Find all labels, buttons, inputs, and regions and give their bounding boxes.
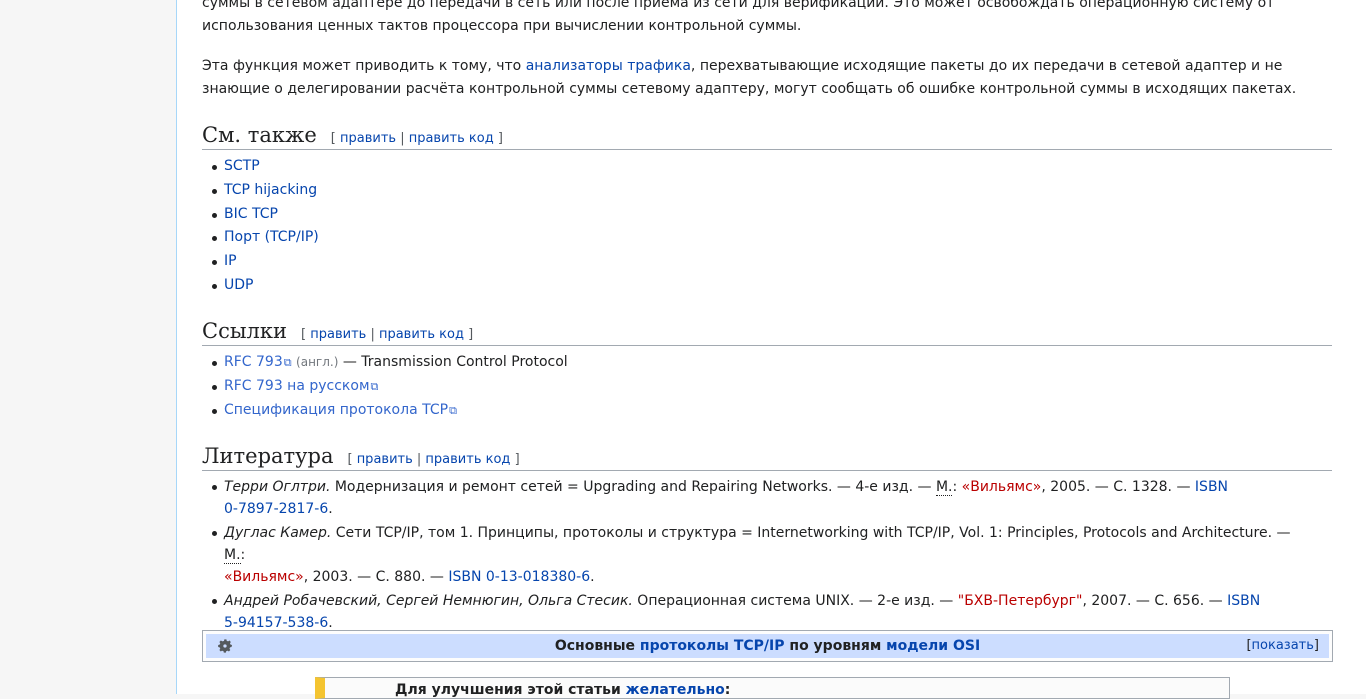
list-item: UDP (202, 274, 319, 298)
navbox: Основные протоколы TCP/IP по уровням мод… (202, 630, 1333, 662)
list-item: Андрей Робачевский, Сергей Немнюгин, Оль… (202, 590, 1312, 634)
link-publisher-williams[interactable]: «Вильямс» (962, 479, 1042, 495)
list-item: RFC 793 на русском⧉ (202, 375, 568, 399)
links-list: RFC 793⧉ (англ.) — Transmission Control … (202, 351, 568, 422)
heading-see-also: См. также [ править | править код ] (202, 122, 1332, 150)
heading-text: См. также (202, 123, 317, 147)
paragraph-line: суммы в сетевом адаптере до передачи в с… (202, 0, 1275, 11)
improvement-notice: Для улучшения этой статьи желательно: (315, 677, 1230, 699)
edit-code-link[interactable]: править код (379, 327, 464, 342)
book-author: Дуглас Камер. (224, 525, 332, 541)
edit-section: [ править | править код ] (347, 452, 520, 467)
link-tcp-spec[interactable]: Спецификация протокола TCP⧉ (224, 402, 457, 418)
list-item: RFC 793⧉ (англ.) — Transmission Control … (202, 351, 568, 375)
link-rfc793-russian[interactable]: RFC 793 на русском⧉ (224, 378, 378, 394)
list-item: Спецификация протокола TCP⧉ (202, 399, 568, 423)
paragraph-checksum: суммы в сетевом адаптере до передачи в с… (202, 0, 1274, 37)
list-item: BIC TCP (202, 203, 319, 227)
link-port[interactable]: Порт (TCP/IP) (224, 229, 319, 245)
list-item: IP (202, 250, 319, 274)
see-also-list: SCTP TCP hijacking BIC TCP Порт (TCP/IP)… (202, 155, 319, 298)
link-isbn-label[interactable]: ISBN (1195, 479, 1228, 495)
list-item: Терри Оглтри. Модернизация и ремонт сете… (202, 476, 1312, 520)
link-description: — Transmission Control Protocol (338, 354, 568, 370)
edit-link[interactable]: править (310, 327, 366, 342)
gear-icon[interactable] (216, 637, 234, 655)
link-isbn[interactable]: ISBN 0-13-018380-6 (448, 569, 590, 585)
edit-code-link[interactable]: править код (409, 131, 494, 146)
edit-section: [ править | править код ] (330, 131, 503, 146)
link-traffic-analyzers[interactable]: анализаторы трафика (526, 58, 691, 74)
navbox-toggle: [показать] (1246, 638, 1319, 653)
paragraph-traffic: Эта функция может приводить к тому, что … (202, 55, 1296, 100)
paragraph-text: , перехватывающие исходящие пакеты до их… (690, 58, 1283, 74)
link-isbn[interactable]: 5-94157-538-6 (224, 615, 328, 631)
link-ip[interactable]: IP (224, 253, 237, 269)
heading-literature: Литература [ править | править код ] (202, 443, 1332, 471)
book-author: Терри Оглтри. (224, 479, 331, 495)
heading-links: Ссылки [ править | править код ] (202, 318, 1332, 346)
edit-code-link[interactable]: править код (425, 452, 510, 467)
link-tcp-hijacking[interactable]: TCP hijacking (224, 182, 317, 198)
list-item: SCTP (202, 155, 319, 179)
city-abbr: М. (224, 547, 241, 564)
article-content: суммы в сетевом адаптере до передачи в с… (176, 0, 1366, 699)
link-isbn[interactable]: 0-7897-2817-6 (224, 501, 328, 517)
edit-link[interactable]: править (340, 131, 396, 146)
navbox-title-text: Основные (554, 638, 640, 654)
link-isbn-label[interactable]: ISBN (1227, 593, 1260, 609)
external-link-icon: ⧉ (283, 356, 292, 369)
link-udp[interactable]: UDP (224, 277, 253, 293)
sidebar (0, 0, 176, 694)
link-osi-model[interactable]: модели OSI (886, 638, 980, 654)
book-author: Андрей Робачевский, Сергей Немнюгин, Оль… (224, 593, 633, 609)
list-item: Дуглас Камер. Сети TCP/IP, том 1. Принци… (202, 522, 1312, 588)
navbox-title: Основные протоколы TCP/IP по уровням мод… (206, 634, 1329, 658)
city-abbr: М. (935, 479, 953, 496)
edit-section: [ править | править код ] (301, 327, 474, 342)
list-item: Порт (TCP/IP) (202, 226, 319, 250)
link-publisher-bhv[interactable]: "БХВ-Петербург" (958, 593, 1083, 609)
literature-list: Терри Оглтри. Модернизация и ремонт сете… (202, 476, 1312, 636)
edit-link[interactable]: править (357, 452, 413, 467)
show-button[interactable]: показать (1252, 638, 1314, 653)
paragraph-line: знающие о делегировании расчёта контроль… (202, 80, 1297, 97)
language-note: (англ.) (296, 355, 339, 369)
link-tcp-ip-protocols[interactable]: протоколы TCP/IP (640, 638, 785, 654)
link-rfc793[interactable]: RFC 793⧉ (224, 354, 292, 370)
link-desirable[interactable]: желательно (626, 682, 725, 698)
list-item: TCP hijacking (202, 179, 319, 203)
paragraph-text: Эта функция может приводить к тому, что (202, 58, 526, 74)
heading-text: Ссылки (202, 319, 288, 343)
notice-text: Для улучшения этой статьи желательно: (395, 682, 731, 698)
link-publisher-williams[interactable]: «Вильямс» (224, 569, 304, 585)
external-link-icon: ⧉ (370, 379, 379, 393)
link-bic-tcp[interactable]: BIC TCP (224, 206, 278, 222)
link-sctp[interactable]: SCTP (224, 158, 260, 174)
external-link-icon: ⧉ (449, 403, 457, 417)
paragraph-line: использования ценных тактов процессора п… (202, 17, 802, 34)
heading-text: Литература (202, 444, 334, 468)
